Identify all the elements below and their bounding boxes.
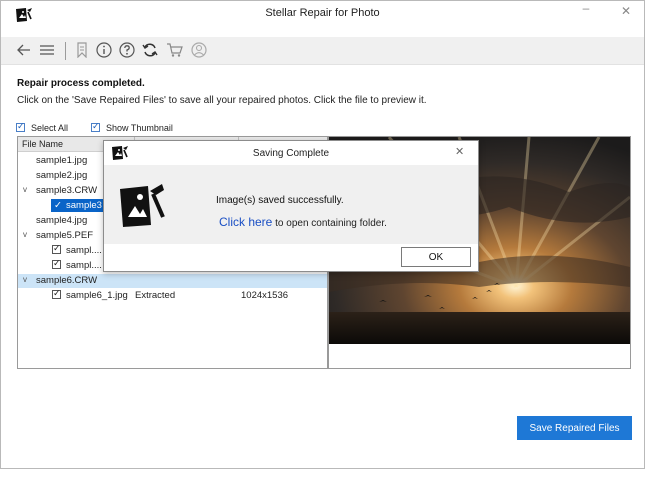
help-icon[interactable] <box>118 41 136 59</box>
saving-complete-dialog: Saving Complete ✕ Image(s) saved success… <box>103 140 479 272</box>
select-all-checkbox[interactable] <box>16 121 25 132</box>
dialog-title: Saving Complete <box>252 148 330 159</box>
save-repaired-files-button[interactable]: Save Repaired Files <box>517 416 632 440</box>
window-title: Stellar Repair for Photo <box>265 7 380 19</box>
ok-button[interactable]: OK <box>401 247 471 267</box>
list-item[interactable]: sample6_1.jpg Extracted 1024x1536 <box>18 288 327 303</box>
photo-repair-icon <box>120 184 165 227</box>
toolbar <box>1 37 644 65</box>
row-checkbox[interactable] <box>52 258 61 269</box>
minimize-button[interactable]: – <box>578 1 594 15</box>
dialog-message: Image(s) saved successfully. <box>216 195 344 206</box>
select-all-label: Select All <box>31 123 69 133</box>
open-folder-link[interactable]: Click here <box>219 215 272 229</box>
row-checkbox[interactable] <box>52 288 61 299</box>
back-arrow-icon[interactable] <box>15 41 33 59</box>
user-icon[interactable] <box>190 41 208 59</box>
dialog-body: Image(s) saved successfully. Click here … <box>104 165 478 244</box>
file-name: sample3 <box>66 200 102 211</box>
info-icon[interactable] <box>95 41 113 59</box>
file-dimensions: 1024x1536 <box>241 290 289 301</box>
file-name: sampl.... <box>66 260 102 271</box>
dialog-title-bar: Saving Complete ✕ <box>104 141 478 165</box>
file-status: Extracted <box>135 290 176 301</box>
open-folder-row: Click here to open containing folder. <box>219 215 387 229</box>
expander-icon[interactable]: v <box>23 185 27 194</box>
file-name: sampl.... <box>66 245 102 256</box>
file-name-column-header[interactable]: File Name <box>22 139 63 149</box>
instruction-text: Click on the 'Save Repaired Files' to sa… <box>17 95 427 106</box>
file-name: sample4.jpg <box>36 215 88 226</box>
menu-icon[interactable] <box>38 41 56 59</box>
file-name: sample6.CRW <box>36 275 98 286</box>
refresh-icon[interactable] <box>141 41 159 59</box>
dialog-close-button[interactable]: ✕ <box>455 145 464 158</box>
bookmark-icon[interactable] <box>73 41 91 59</box>
expander-icon[interactable]: v <box>23 275 27 284</box>
close-button[interactable]: ✕ <box>618 4 634 18</box>
file-name: sample6_1.jpg <box>66 290 128 301</box>
show-thumbnail-label: Show Thumbnail <box>106 123 173 133</box>
toolbar-separator <box>65 42 66 60</box>
file-name: sample5.PEF <box>36 230 94 241</box>
show-thumbnail-checkbox[interactable] <box>91 121 100 132</box>
title-bar: Stellar Repair for Photo – ✕ <box>1 1 644 27</box>
check-mark-icon[interactable]: ✓ <box>54 200 62 211</box>
status-message: Repair process completed. <box>17 78 145 89</box>
file-name: sample2.jpg <box>36 170 88 181</box>
list-item[interactable]: v sample6.CRW <box>18 274 327 288</box>
cart-icon[interactable] <box>165 41 183 59</box>
expander-icon[interactable]: v <box>23 230 27 239</box>
file-name: sample1.jpg <box>36 155 88 166</box>
app-window: Stellar Repair for Photo – ✕ Repair proc… <box>0 0 645 469</box>
file-name: sample3.CRW <box>36 185 98 196</box>
row-checkbox[interactable] <box>52 243 61 254</box>
open-folder-text: to open containing folder. <box>272 218 387 229</box>
